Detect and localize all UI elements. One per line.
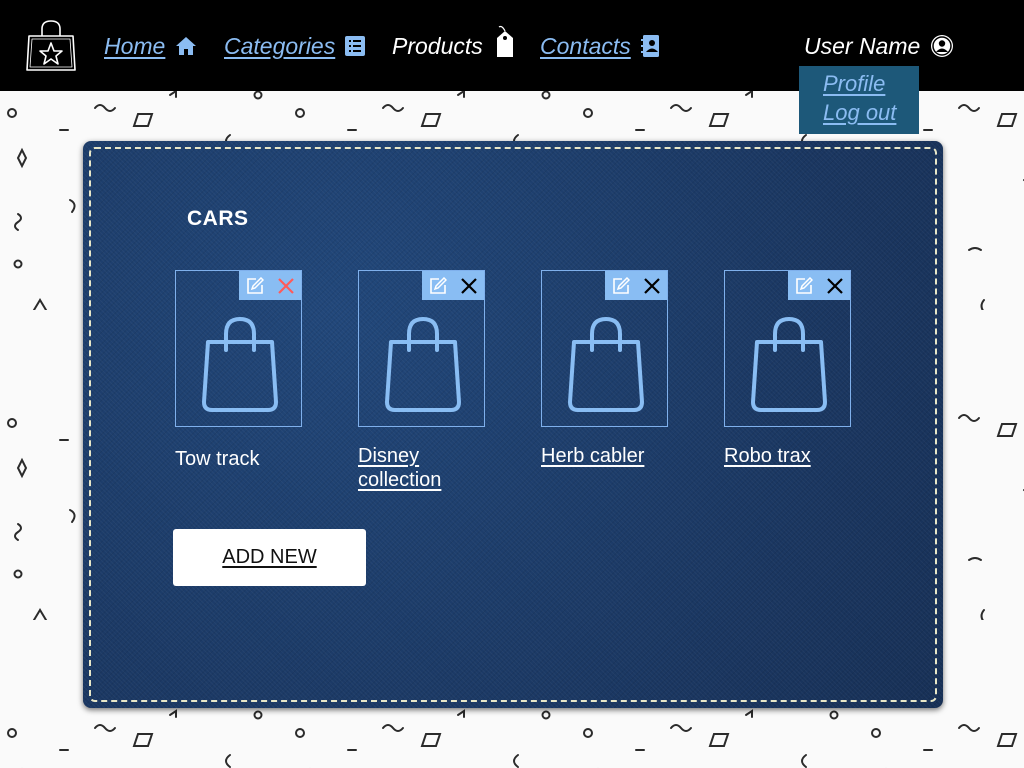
shopping-bag-icon	[385, 317, 461, 412]
delete-icon[interactable]	[453, 271, 484, 300]
product-name-link[interactable]: Disney collection	[358, 444, 485, 492]
home-icon	[176, 37, 197, 55]
category-title: CARS	[187, 207, 249, 230]
product-name: Tow track	[175, 448, 260, 470]
add-new-button[interactable]: ADD NEW	[173, 529, 366, 586]
edit-icon[interactable]	[239, 271, 270, 300]
profile-link[interactable]: Profile	[823, 69, 919, 98]
card-action-bar	[422, 271, 484, 300]
nav-products[interactable]: Products	[392, 25, 517, 62]
logout-link[interactable]: Log out	[823, 98, 919, 127]
card-action-bar	[239, 271, 301, 300]
user-dropdown-menu: Profile Log out	[799, 66, 919, 134]
edit-icon[interactable]	[788, 271, 819, 300]
delete-icon[interactable]	[636, 271, 667, 300]
product-thumbnail[interactable]	[358, 270, 485, 427]
nav-products-label: Products	[392, 32, 483, 59]
shopping-bag-logo-icon[interactable]	[25, 18, 77, 74]
nav-contacts-label: Contacts	[540, 32, 631, 59]
nav-categories[interactable]: Categories	[224, 30, 366, 62]
nav-home-label: Home	[104, 32, 166, 59]
product-card[interactable]: Tow track	[175, 270, 302, 471]
nav-contacts[interactable]: Contacts	[540, 30, 661, 62]
delete-icon[interactable]	[270, 271, 301, 300]
product-name-link[interactable]: Herb cabler	[541, 444, 668, 468]
list-icon	[345, 36, 366, 56]
nav-categories-label: Categories	[224, 32, 336, 59]
card-action-bar	[605, 271, 667, 300]
edit-icon[interactable]	[422, 271, 453, 300]
product-card[interactable]: Robo trax	[724, 270, 851, 468]
edit-icon[interactable]	[605, 271, 636, 300]
product-thumbnail[interactable]	[541, 270, 668, 427]
delete-icon[interactable]	[819, 271, 850, 300]
nav-home[interactable]: Home	[104, 30, 197, 62]
product-card[interactable]: Herb cabler	[541, 270, 668, 468]
product-name-link[interactable]: Robo trax	[724, 444, 851, 468]
shopping-bag-icon	[751, 317, 827, 412]
shopping-bag-icon	[568, 317, 644, 412]
product-thumbnail[interactable]	[724, 270, 851, 427]
user-menu[interactable]: User Name	[804, 30, 954, 62]
product-card[interactable]: Disney collection	[358, 270, 485, 492]
price-tag-icon	[496, 25, 513, 57]
card-action-bar	[788, 271, 850, 300]
address-book-icon	[640, 35, 659, 57]
shopping-bag-icon	[202, 317, 278, 412]
product-thumbnail[interactable]	[175, 270, 302, 427]
category-panel: CARS Tow track Disney collection Herb ca…	[83, 141, 943, 708]
user-avatar-icon	[931, 35, 954, 57]
user-name-label: User Name	[804, 32, 921, 59]
